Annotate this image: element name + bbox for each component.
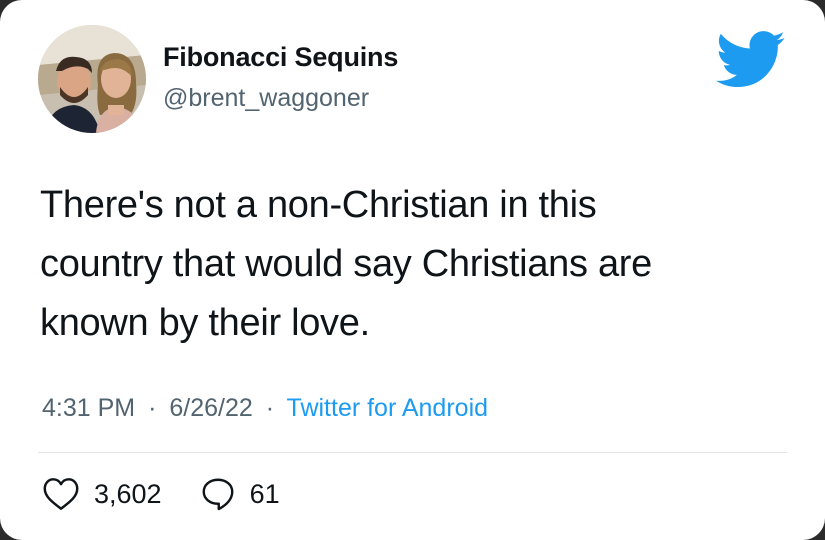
twitter-bird-icon	[716, 30, 786, 90]
tweet-date[interactable]: 6/26/22	[169, 394, 252, 422]
avatar[interactable]	[38, 25, 146, 133]
tweet-source[interactable]: Twitter for Android	[287, 394, 488, 422]
tweet-text-line: country that would say Christians are	[40, 243, 652, 285]
tweet-text-line: There's not a non-Christian in this	[40, 184, 597, 226]
meta-separator: ·	[148, 394, 157, 422]
tweet-text: There's not a non-Christian in this coun…	[40, 176, 785, 353]
like-button[interactable]: 3,602	[42, 477, 162, 511]
reply-button[interactable]: 61	[200, 476, 280, 512]
divider	[38, 452, 787, 453]
author-display-name[interactable]: Fibonacci Sequins	[163, 42, 398, 73]
tweet-text-line: known by their love.	[40, 302, 370, 344]
tweet-meta: 4:31 PM · 6/26/22 · Twitter for Android	[42, 394, 488, 423]
tweet-time[interactable]: 4:31 PM	[42, 394, 135, 422]
reply-bubble-icon	[200, 476, 236, 512]
reply-count: 61	[249, 478, 280, 509]
like-count: 3,602	[94, 478, 162, 509]
tweet-actions: 3,602 61	[42, 476, 280, 512]
author-handle[interactable]: @brent_waggoner	[163, 84, 369, 113]
heart-icon	[42, 477, 80, 511]
profile-photo-couple	[38, 25, 146, 133]
meta-separator: ·	[265, 394, 275, 422]
tweet-card: Fibonacci Sequins @brent_waggoner There'…	[0, 0, 825, 540]
